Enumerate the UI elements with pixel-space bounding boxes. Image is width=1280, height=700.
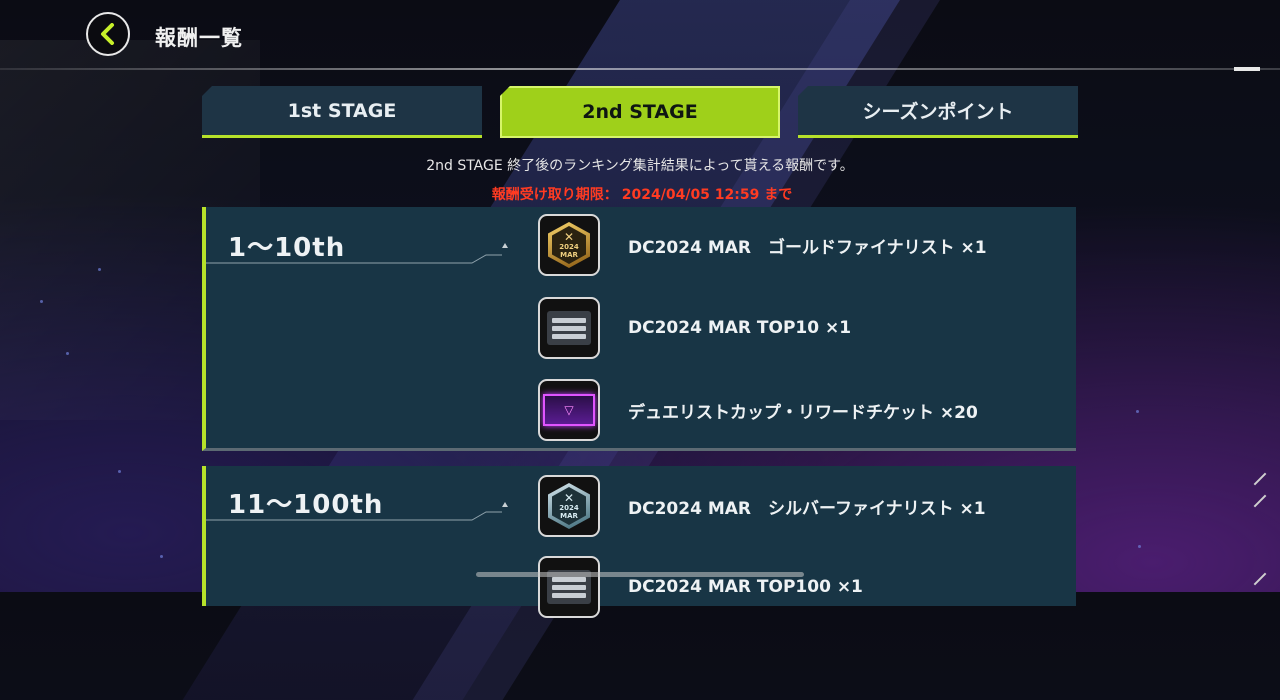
- background-sparkle: [98, 268, 101, 271]
- background-sparkle: [40, 300, 43, 303]
- reward-description: 2nd STAGE 終了後のランキング集計結果によって貰える報酬です。: [426, 158, 854, 174]
- top10-box-icon: [538, 297, 600, 359]
- collapse-icon[interactable]: [502, 243, 508, 248]
- gold-finalist-badge-icon: ✕ 2024 MAR: [538, 214, 600, 276]
- deadline-text: 報酬受け取り期限： 2024/04/05 12:59 まで: [0, 184, 1280, 204]
- collapse-icon[interactable]: [502, 502, 508, 507]
- background-sparkle: [1136, 410, 1139, 413]
- reward-item: DC2024 MAR TOP10 ×1: [538, 296, 851, 360]
- reward-label: DC2024 MAR TOP100 ×1: [628, 577, 863, 597]
- chevron-left-icon: [101, 23, 114, 45]
- rank-underline: [206, 253, 502, 264]
- reward-ticket-icon: ▽: [538, 379, 600, 441]
- header-divider: [0, 68, 1280, 70]
- reward-label: デュエリストカップ・リワードチケット ×20: [628, 402, 978, 423]
- corner-decoration: [1253, 494, 1267, 508]
- reward-item: ✕ 2024 MAR DC2024 MAR シルバーファイナリスト ×1: [538, 474, 986, 538]
- reward-label: DC2024 MAR シルバーファイナリスト ×1: [628, 498, 986, 519]
- rank-panel: 1〜10th ✕ 2024 MAR DC2024 MAR ゴールドファイナリスト ×…: [202, 207, 1076, 451]
- reward-item: ✕ 2024 MAR DC2024 MAR ゴールドファイナリスト ×1: [538, 213, 987, 277]
- deadline-label: 報酬受け取り期限：: [491, 187, 618, 203]
- deadline-value: 2024/04/05 12:59 まで: [621, 187, 793, 203]
- reward-label: DC2024 MAR TOP10 ×1: [628, 318, 852, 338]
- background-sparkle: [118, 470, 121, 473]
- corner-decoration: [1253, 572, 1267, 586]
- tab-2nd-stage[interactable]: 2nd STAGE: [500, 86, 780, 138]
- back-button[interactable]: [86, 12, 130, 56]
- background-sparkle: [1138, 545, 1141, 548]
- rank-underline: [206, 510, 502, 521]
- reward-label: DC2024 MAR ゴールドファイナリスト ×1: [628, 237, 987, 258]
- tab-season-points[interactable]: シーズンポイント: [798, 86, 1078, 138]
- silver-finalist-badge-icon: ✕ 2024 MAR: [538, 475, 600, 537]
- top100-box-icon: [538, 556, 600, 618]
- scroll-indicator[interactable]: [476, 572, 804, 577]
- tab-1st-stage[interactable]: 1st STAGE: [202, 86, 482, 138]
- page-title: 報酬一覧: [155, 26, 243, 50]
- rank-panel: 11〜100th ✕ 2024 MAR DC2024 MAR シルバーファイナリスト…: [202, 466, 1076, 618]
- header-divider-accent: [1234, 67, 1260, 71]
- reward-item: DC2024 MAR TOP100 ×1: [538, 555, 863, 619]
- background-sparkle: [66, 352, 69, 355]
- background-sparkle: [160, 555, 163, 558]
- reward-item: ▽ デュエリストカップ・リワードチケット ×20: [538, 378, 978, 442]
- corner-decoration: [1253, 472, 1267, 486]
